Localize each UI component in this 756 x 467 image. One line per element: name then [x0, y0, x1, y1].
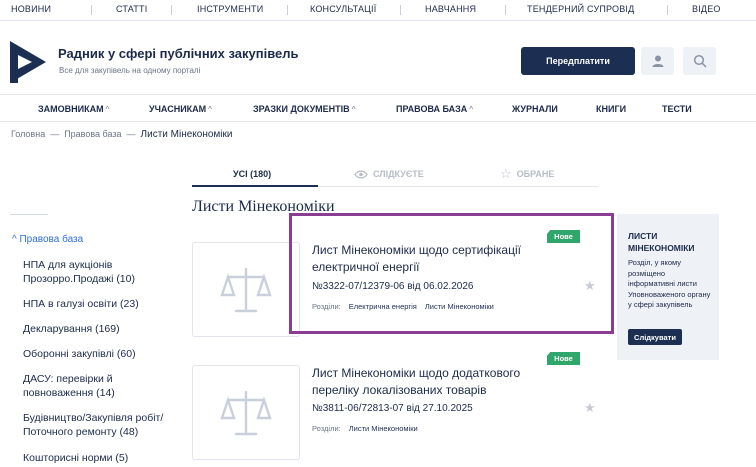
nav-label: ЗАМОВНИКАМ	[38, 104, 104, 114]
site-logo[interactable]	[10, 41, 46, 83]
user-button[interactable]	[641, 47, 674, 75]
site-title[interactable]: Радник у сфері публічних закупівель	[58, 46, 299, 61]
new-badge: Нове	[547, 352, 580, 365]
panel-description: Розділ, у якому розміщено інформативні л…	[628, 258, 711, 309]
nav-books[interactable]: КНИГИ	[596, 104, 626, 114]
nav-document-samples[interactable]: ЗРАЗКИ ДОКУМЕНТІВ ^	[253, 104, 355, 114]
document-number: №3811-06/72813-07 від 27.10.2025	[312, 403, 473, 414]
scales-icon	[220, 390, 272, 435]
divider	[91, 5, 92, 15]
divider	[667, 5, 668, 15]
nav-tests[interactable]: ТЕСТИ	[662, 104, 692, 114]
top-nav-education[interactable]: НАВЧАННЯ	[425, 4, 476, 14]
sidebar-item[interactable]: ДАСУ: перевірки й повноваження (14)	[23, 372, 183, 400]
follow-section-panel: ЛИСТИ МІНЕКОНОМІКИ Розділ, у якому розмі…	[617, 214, 719, 360]
breadcrumb-current: Листи Мінекономіки	[140, 129, 233, 140]
tab-bar: УСІ (180) СЛІДКУЄТЕ ☆ ОБРАНЕ	[192, 165, 598, 187]
breadcrumb-separator: —	[50, 129, 60, 139]
divider	[505, 5, 506, 15]
divider	[171, 5, 172, 15]
divider	[10, 214, 48, 215]
chevron-up-icon: ^	[351, 105, 356, 114]
chevron-up-icon: ^	[105, 105, 110, 114]
breadcrumb-legal-base[interactable]: Правова база	[64, 129, 121, 139]
nav-label: УЧАСНИКАМ	[149, 104, 207, 114]
scales-icon	[220, 267, 272, 312]
site-subtitle: Все для закупівель на одному порталі	[59, 66, 201, 75]
sidebar-root-legal-base[interactable]: ^ Правова база	[12, 234, 83, 245]
nav-label: ПРАВОВА БАЗА	[396, 104, 468, 114]
top-nav-tools[interactable]: ІНСТРУМЕНТИ	[197, 4, 263, 14]
document-sections: Розділи: Листи Мінекономіки	[312, 424, 418, 433]
nav-label: ТЕСТИ	[662, 104, 692, 114]
top-nav-consultations[interactable]: КОНСУЛЬТАЦІЇ	[310, 4, 376, 14]
star-icon: ☆	[500, 166, 512, 181]
sidebar-item[interactable]: Будівництво/Закупівля робіт/Поточного ре…	[23, 411, 183, 439]
tab-label: УСІ (180)	[233, 169, 272, 179]
document-title[interactable]: Лист Мінекономіки щодо додаткового перел…	[312, 365, 557, 399]
sidebar-item[interactable]: Оборонні закупівлі (60)	[23, 347, 183, 361]
active-tab-indicator	[192, 185, 318, 187]
tab-label: ОБРАНЕ	[516, 169, 555, 179]
document-thumbnail[interactable]	[192, 242, 300, 337]
nav-journals[interactable]: ЖУРНАЛИ	[512, 104, 558, 114]
nav-customers[interactable]: ЗАМОВНИКАМ ^	[38, 104, 109, 114]
section-tag[interactable]: Листи Мінекономіки	[349, 424, 418, 433]
nav-label: ЗРАЗКИ ДОКУМЕНТІВ	[253, 104, 350, 114]
site-header: Радник у сфері публічних закупівель Все …	[0, 22, 756, 94]
breadcrumb-home[interactable]: Головна	[11, 129, 45, 139]
nav-label: ЖУРНАЛИ	[512, 104, 558, 114]
divider	[287, 5, 288, 15]
panel-title: ЛИСТИ МІНЕКОНОМІКИ	[628, 231, 695, 253]
follow-button[interactable]: Слідкувати	[628, 329, 682, 345]
document-card: Лист Мінекономіки щодо додаткового перел…	[192, 352, 612, 465]
sidebar-item[interactable]: НПА для аукціонів Прозорро.Продажі (10)	[23, 258, 183, 286]
search-icon	[693, 54, 707, 68]
eye-icon	[354, 170, 368, 178]
tab-following[interactable]: СЛІДКУЄТЕ	[354, 169, 424, 179]
sidebar-item[interactable]: Декларування (169)	[23, 322, 183, 336]
top-nav-news[interactable]: НОВИНИ	[11, 4, 51, 14]
tab-label: СЛІДКУЄТЕ	[373, 169, 424, 179]
selection-highlight	[289, 213, 614, 334]
chevron-up-icon: ^	[208, 105, 212, 114]
tab-favorites[interactable]: ☆ ОБРАНЕ	[500, 166, 555, 181]
sidebar-item[interactable]: НПА в галузі освіти (23)	[23, 297, 183, 311]
sidebar-item[interactable]: Кошторисні норми (5)	[23, 451, 183, 465]
nav-label: КНИГИ	[596, 104, 627, 114]
tab-all[interactable]: УСІ (180)	[233, 169, 271, 179]
top-nav: НОВИНИ СТАТТІ ІНСТРУМЕНТИ КОНСУЛЬТАЦІЇ Н…	[0, 0, 756, 21]
chevron-up-icon: ^	[469, 105, 474, 114]
nav-legal-base[interactable]: ПРАВОВА БАЗА ^	[396, 104, 473, 114]
breadcrumb: Головна — Правова база — Листи Мінекономіки	[11, 129, 232, 140]
top-nav-video[interactable]: ВІДЕО	[692, 4, 721, 14]
search-button[interactable]	[683, 47, 716, 75]
main-nav: ЗАМОВНИКАМ ^ УЧАСНИКАМ ^ ЗРАЗКИ ДОКУМЕНТІВ…	[0, 94, 756, 122]
divider	[400, 5, 401, 15]
subscribe-button[interactable]: Передплатити	[521, 47, 635, 75]
nav-participants[interactable]: УЧАСНИКАМ ^	[149, 104, 212, 114]
top-nav-tender-support[interactable]: ТЕНДЕРНИЙ СУПРОВІД	[527, 4, 634, 14]
document-thumbnail[interactable]	[192, 365, 300, 460]
user-icon	[652, 55, 663, 67]
breadcrumb-separator: —	[126, 129, 136, 139]
sections-label: Розділи:	[312, 424, 341, 433]
top-nav-articles[interactable]: СТАТТІ	[116, 4, 147, 14]
favorite-star-icon[interactable]: ★	[584, 400, 596, 416]
